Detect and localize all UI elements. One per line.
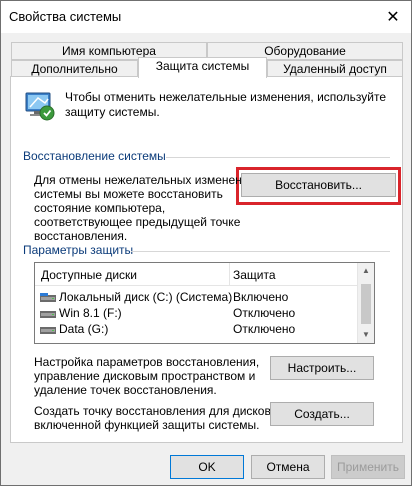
configure-desc-3: удаление точек восстановления.	[34, 383, 217, 397]
drive-name: Data (G:)	[59, 322, 109, 336]
create-desc-1: Создать точку восстановления для дисков …	[34, 404, 281, 418]
column-available-drives[interactable]: Доступные диски	[41, 268, 137, 282]
intro-line-2: защиту системы.	[65, 105, 160, 119]
ok-button[interactable]: OK	[170, 455, 244, 479]
cancel-button[interactable]: Отмена	[251, 455, 325, 479]
scroll-thumb[interactable]	[361, 284, 371, 324]
restore-desc-3: состояние компьютера,	[34, 201, 166, 215]
restore-group-title: Восстановление системы	[23, 149, 166, 163]
configure-desc-1: Настройка параметров восстановления,	[34, 355, 260, 369]
restore-desc-5: восстановления.	[34, 229, 128, 243]
drive-name: Win 8.1 (F:)	[59, 306, 122, 320]
drives-list[interactable]: Доступные диски Защита Локальный диск (C…	[34, 262, 375, 344]
restore-group-divider	[166, 157, 390, 158]
title-bar: Свойства системы ✕	[1, 1, 411, 33]
configure-button[interactable]: Настроить...	[270, 356, 374, 380]
column-separator[interactable]	[229, 263, 230, 285]
drive-status: Отключено	[233, 322, 296, 336]
create-desc-2: включенной функцией защиты системы.	[34, 418, 260, 432]
drive-icon	[40, 311, 56, 318]
tab-system-protection[interactable]: Защита системы	[138, 57, 267, 78]
configure-desc-2: управление дисковым пространством и	[34, 369, 256, 383]
protection-group-divider	[131, 251, 390, 252]
drive-status: Включено	[233, 290, 289, 304]
scroll-up-icon[interactable]: ▲	[358, 263, 374, 279]
table-row[interactable]: Win 8.1 (F:) Отключено	[35, 306, 357, 322]
restore-desc-2: системы вы можете восстановить	[34, 187, 223, 201]
drive-status: Отключено	[233, 306, 296, 320]
system-protection-icon	[25, 92, 55, 121]
restore-button[interactable]: Восстановить...	[241, 173, 396, 197]
restore-desc-4: соответствующее предыдущей точке	[34, 215, 241, 229]
vertical-scrollbar[interactable]: ▲ ▼	[357, 263, 374, 343]
scroll-down-icon[interactable]: ▼	[358, 327, 374, 343]
column-protection[interactable]: Защита	[233, 268, 276, 282]
restore-desc-1: Для отмены нежелательных изменений	[34, 173, 256, 187]
create-button[interactable]: Создать...	[270, 402, 374, 426]
drives-list-header: Доступные диски Защита	[35, 263, 357, 286]
system-properties-window: Свойства системы ✕ Имя компьютера Оборуд…	[0, 0, 412, 486]
drive-icon	[40, 327, 56, 334]
table-row[interactable]: Data (G:) Отключено	[35, 322, 357, 338]
drive-name: Локальный диск (C:) (Система)	[59, 290, 233, 304]
window-title: Свойства системы	[9, 9, 122, 24]
system-drive-icon	[40, 293, 56, 302]
table-row[interactable]: Локальный диск (C:) (Система) Включено	[35, 290, 357, 306]
apply-button[interactable]: Применить	[331, 455, 405, 479]
intro-line-1: Чтобы отменить нежелательные изменения, …	[65, 90, 387, 104]
close-icon[interactable]: ✕	[381, 5, 405, 29]
protection-group-title: Параметры защиты	[23, 243, 134, 257]
